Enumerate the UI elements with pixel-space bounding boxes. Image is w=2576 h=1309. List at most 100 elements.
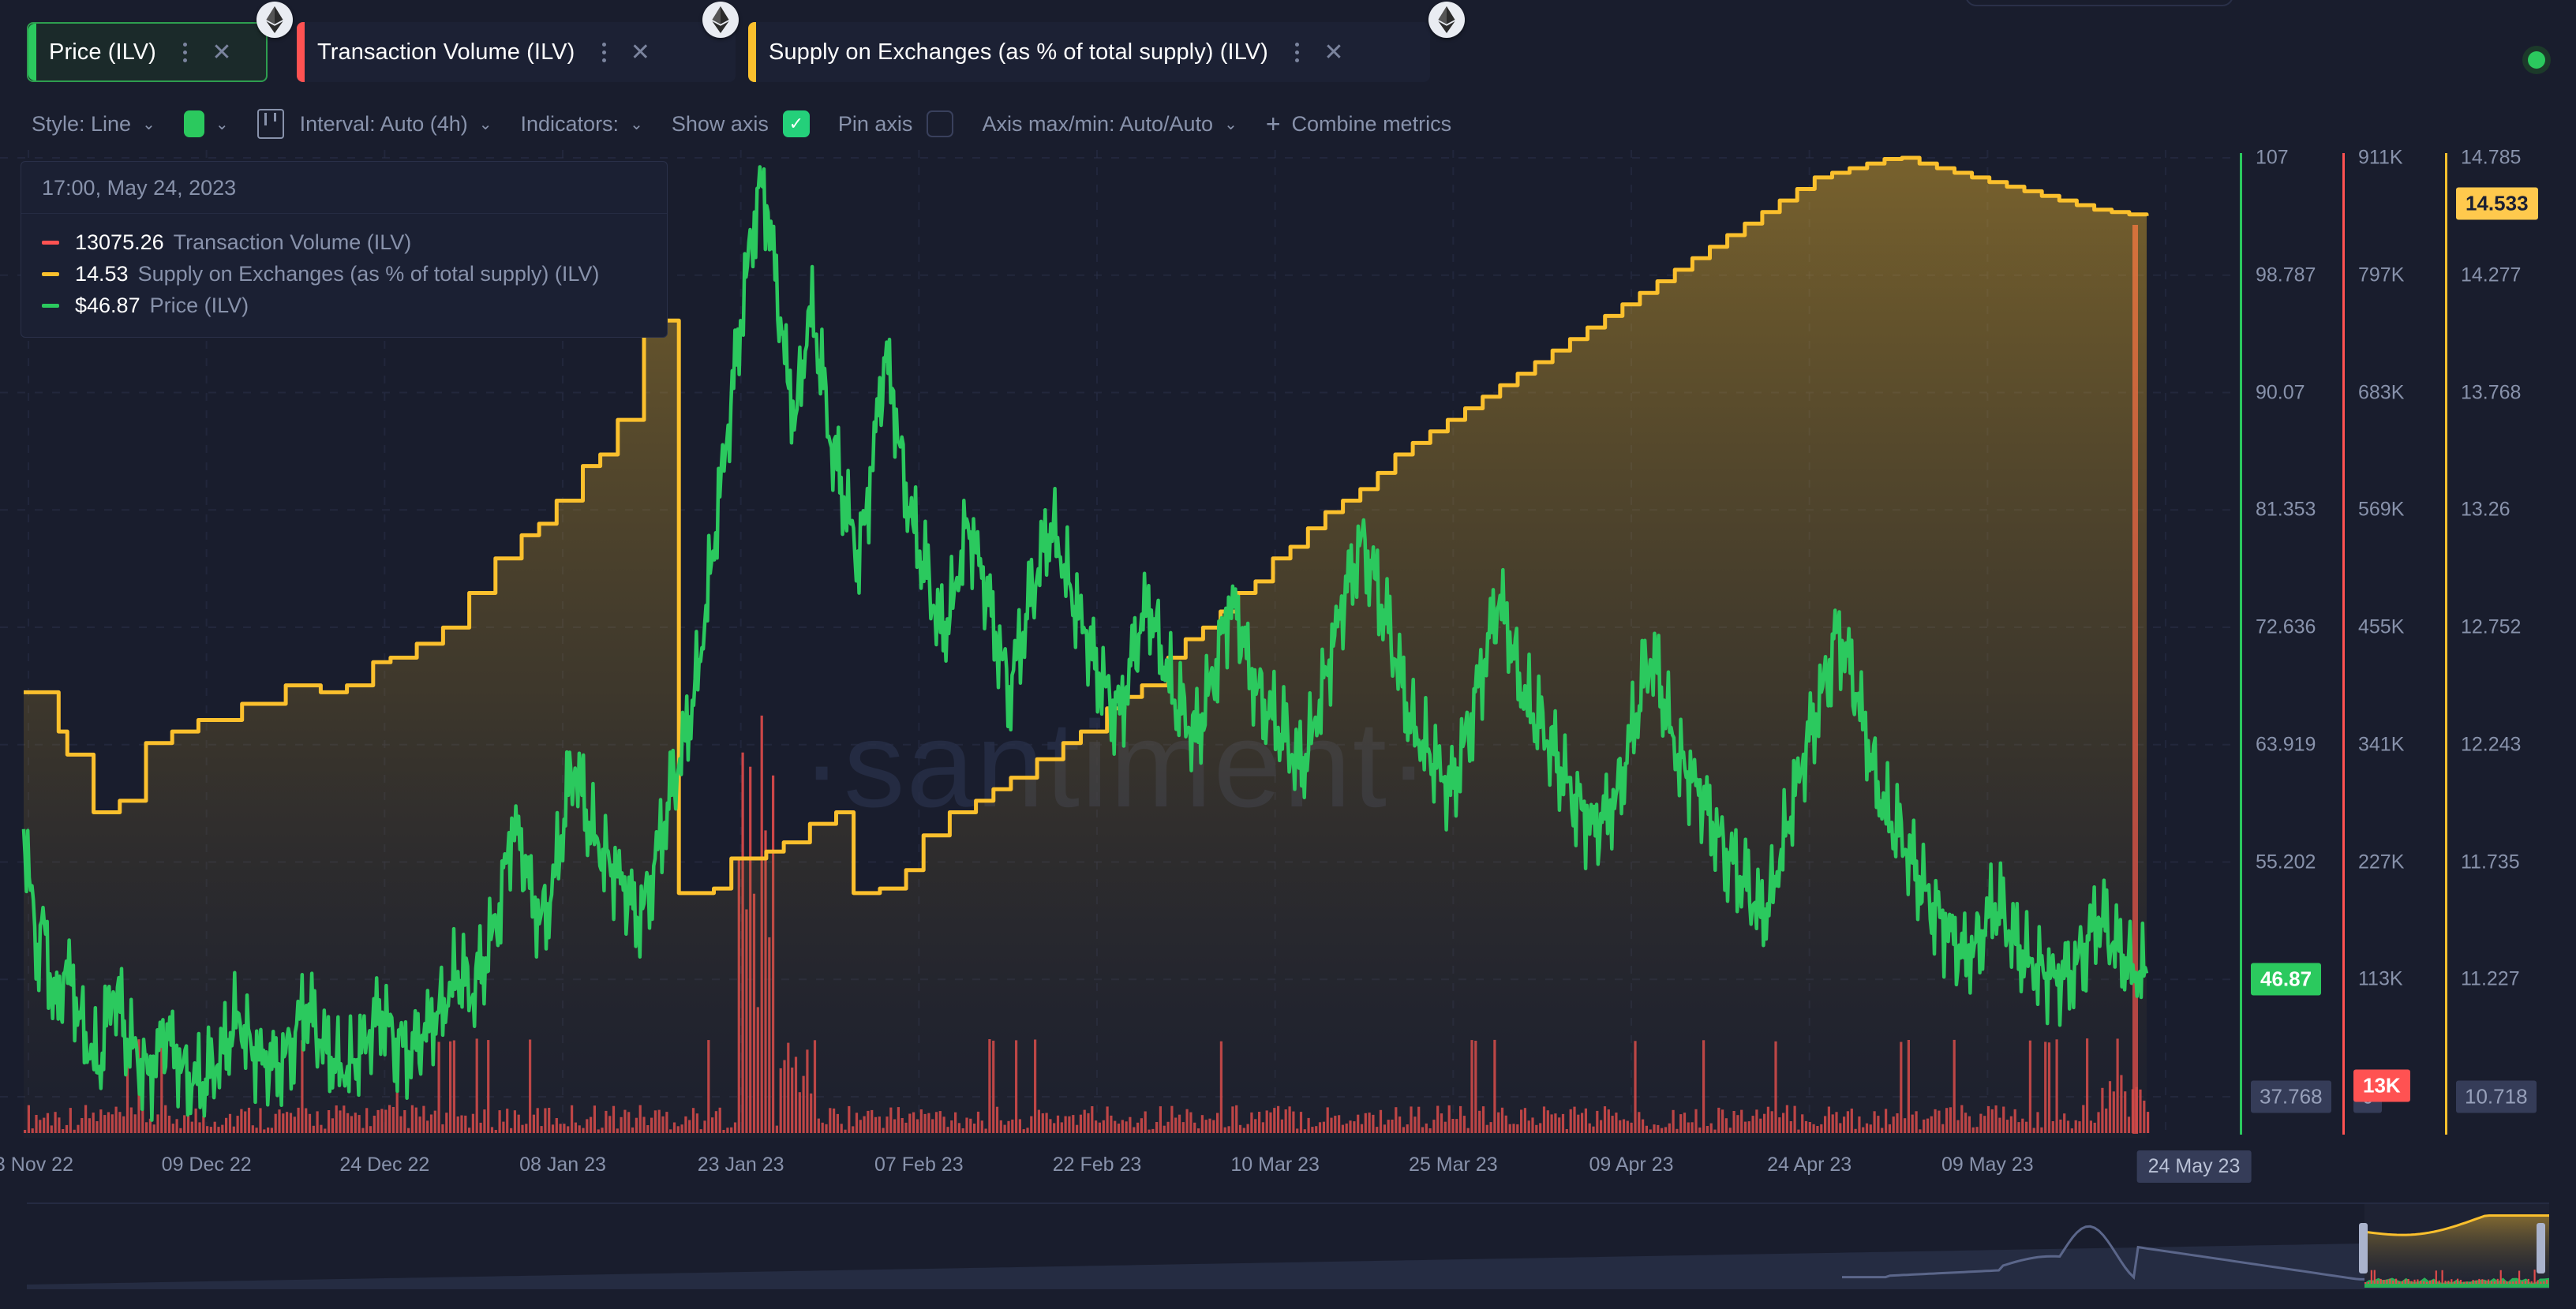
x-axis: 23 Nov 22 09 Dec 22 24 Dec 22 08 Jan 23 23 J… xyxy=(0,1150,2576,1191)
ethereum-glyph xyxy=(712,6,729,33)
minimap-svg xyxy=(27,1204,2549,1288)
tab-color-accent xyxy=(748,22,756,82)
x-axis-tick-label: 07 Feb 23 xyxy=(874,1154,964,1176)
ethereum-glyph xyxy=(1438,6,1455,33)
crosshair-tooltip: 17:00, May 24, 2023 13075.26 Transaction… xyxy=(21,161,668,338)
close-icon[interactable]: ✕ xyxy=(204,34,240,70)
series-color-dash xyxy=(42,271,59,276)
tooltip-series-name: Price (ILV) xyxy=(149,293,249,317)
x-axis-tick-label: 08 Jan 23 xyxy=(519,1154,606,1176)
pin-axis-checkbox[interactable] xyxy=(927,110,954,137)
axis-tick-label: 569K xyxy=(2358,498,2405,521)
tab-label: Transaction Volume (ILV) xyxy=(317,39,575,65)
close-icon[interactable]: ✕ xyxy=(1316,34,1352,70)
x-axis-tick-label: 23 Jan 23 xyxy=(697,1154,784,1176)
range-minimap[interactable] xyxy=(27,1202,2549,1289)
kebab-menu-icon[interactable] xyxy=(174,36,197,68)
x-axis-tick-label: 23 Nov 22 xyxy=(0,1154,73,1176)
axis-tick-label: 14.277 xyxy=(2461,264,2522,286)
tooltip-series-name: Supply on Exchanges (as % of total suppl… xyxy=(137,261,600,286)
tab-supply-on-exchanges-ilv[interactable]: Supply on Exchanges (as % of total suppl… xyxy=(748,22,1430,82)
axis-color-line xyxy=(2445,153,2447,1135)
pin-axis-label: Pin axis xyxy=(837,111,913,136)
color-dropdown[interactable]: ⌄ xyxy=(183,106,229,142)
live-status-dot xyxy=(2522,46,2551,74)
chevron-down-icon: ⌄ xyxy=(1224,115,1237,133)
tab-label: Supply on Exchanges (as % of total suppl… xyxy=(769,39,1268,65)
show-axis-toggle[interactable]: Show axis ✓ xyxy=(672,106,810,142)
tooltip-row: 14.53 Supply on Exchanges (as % of total… xyxy=(42,258,646,290)
axis-tick-label: 911K xyxy=(2358,146,2403,169)
chevron-down-icon: ⌄ xyxy=(215,115,229,133)
axis-tick-label: 14.785 xyxy=(2461,146,2522,169)
axis-tick-label: 72.636 xyxy=(2256,615,2316,638)
tab-color-accent xyxy=(297,22,305,82)
indicators-dropdown[interactable]: Indicators: ⌄ xyxy=(521,106,643,142)
minimap-history-area xyxy=(27,1244,2364,1288)
candlestick-icon xyxy=(256,109,284,139)
tab-label: Price (ILV) xyxy=(49,39,156,65)
axis-tick-label: 797K xyxy=(2358,264,2405,286)
axis-tick-label: 341K xyxy=(2358,733,2405,756)
axis-tick-label: 12.752 xyxy=(2461,615,2522,638)
axis-min-label: 10.718 xyxy=(2456,1080,2537,1113)
axis-minmax-label: Axis max/min: Auto/Auto xyxy=(982,111,1214,136)
show-axis-label: Show axis xyxy=(671,111,769,136)
pin-axis-toggle[interactable]: Pin axis xyxy=(838,106,954,142)
axis-min-label: 37.768 xyxy=(2251,1080,2331,1113)
axis-tick-label: 13.768 xyxy=(2461,381,2522,403)
axis-tick-label: 11.735 xyxy=(2461,851,2520,873)
axis-tick-label: 113K xyxy=(2358,967,2403,990)
close-icon[interactable]: ✕ xyxy=(622,34,658,70)
axis-minmax-dropdown[interactable]: Axis max/min: Auto/Auto ⌄ xyxy=(982,106,1237,142)
axis-tick-label: 11.227 xyxy=(2461,967,2520,990)
axis-tick-label: 98.787 xyxy=(2256,264,2316,286)
axis-tick-label: 55.202 xyxy=(2256,851,2316,873)
x-axis-tick-label: 10 Mar 23 xyxy=(1230,1154,1320,1176)
chart-area: ·santiment· 17:00, May 24, 2023 13075.26 xyxy=(0,146,2576,1154)
axis-tick-label: 81.353 xyxy=(2256,498,2316,521)
kebab-menu-icon[interactable] xyxy=(592,36,616,68)
ethereum-icon xyxy=(1428,2,1465,38)
axis-tick-label: 12.243 xyxy=(2461,733,2522,756)
x-axis-tick-label: 09 Apr 23 xyxy=(1589,1154,1674,1176)
axis-color-line xyxy=(2240,153,2242,1135)
combine-metrics-label: Combine metrics xyxy=(1291,111,1452,136)
kebab-menu-icon[interactable] xyxy=(1286,36,1309,68)
series-color-dash xyxy=(42,303,59,308)
interval-dropdown[interactable]: Interval: Auto (4h) ⌄ xyxy=(256,106,492,142)
axis-current-value-badge: 46.87 xyxy=(2251,963,2322,996)
tooltip-value: $46.87 xyxy=(75,293,140,317)
y-axis-transaction-volume[interactable]: 911K797K683K569K455K341K227K113K013K xyxy=(2342,146,2454,1138)
ethereum-icon xyxy=(256,2,293,38)
style-label: Style: Line xyxy=(32,111,132,136)
ethereum-icon xyxy=(702,2,739,38)
x-axis-tick-label: 24 Apr 23 xyxy=(1767,1154,1852,1176)
left-range-handle[interactable] xyxy=(2359,1223,2368,1273)
series-color-dash xyxy=(42,240,59,245)
axis-tick-label: 683K xyxy=(2358,381,2405,403)
tab-transaction-volume-ilv[interactable]: Transaction Volume (ILV) ✕ xyxy=(297,22,736,82)
axis-tick-label: 90.07 xyxy=(2256,381,2305,403)
y-axis-supply-on-exchanges[interactable]: 14.785 14.277 13.768 13.26 12.752 12.243 11.73… xyxy=(2445,146,2557,1138)
x-axis-tick-label: 24 Dec 22 xyxy=(339,1154,430,1176)
tooltip-row: 13075.26 Transaction Volume (ILV) xyxy=(42,226,646,258)
indicators-label: Indicators: xyxy=(520,111,620,136)
x-axis-tick-label: 22 Feb 23 xyxy=(1052,1154,1142,1176)
combine-metrics-button[interactable]: + Combine metrics xyxy=(1266,106,1451,142)
axis-current-value-badge: 13K xyxy=(2353,1069,2410,1102)
axis-color-line xyxy=(2342,153,2345,1135)
tooltip-row: $46.87 Price (ILV) xyxy=(42,290,646,321)
chart-toolbar: Style: Line ⌄ ⌄ Interval: Auto (4h) ⌄ In… xyxy=(0,99,2576,148)
y-axis-price[interactable]: 107 98.787 90.07 81.353 72.636 63.919 55.202 46… xyxy=(2240,147,2352,1138)
tab-price-ilv[interactable]: Price (ILV) ✕ xyxy=(27,22,268,82)
tooltip-value: 13075.26 xyxy=(75,230,164,254)
show-axis-checkbox[interactable]: ✓ xyxy=(782,110,810,137)
tooltip-rows: 13075.26 Transaction Volume (ILV) 14.53 … xyxy=(21,214,667,337)
partial-overlay-panel xyxy=(1965,0,2233,6)
tooltip-value: 14.53 xyxy=(75,261,129,286)
right-range-handle[interactable] xyxy=(2537,1223,2545,1273)
x-axis-tick-label: 09 May 23 xyxy=(1941,1154,2034,1176)
metric-tab-bar: Price (ILV) ✕ Transaction Volume (ILV) ✕… xyxy=(0,0,2576,93)
style-dropdown[interactable]: Style: Line ⌄ xyxy=(32,106,155,142)
